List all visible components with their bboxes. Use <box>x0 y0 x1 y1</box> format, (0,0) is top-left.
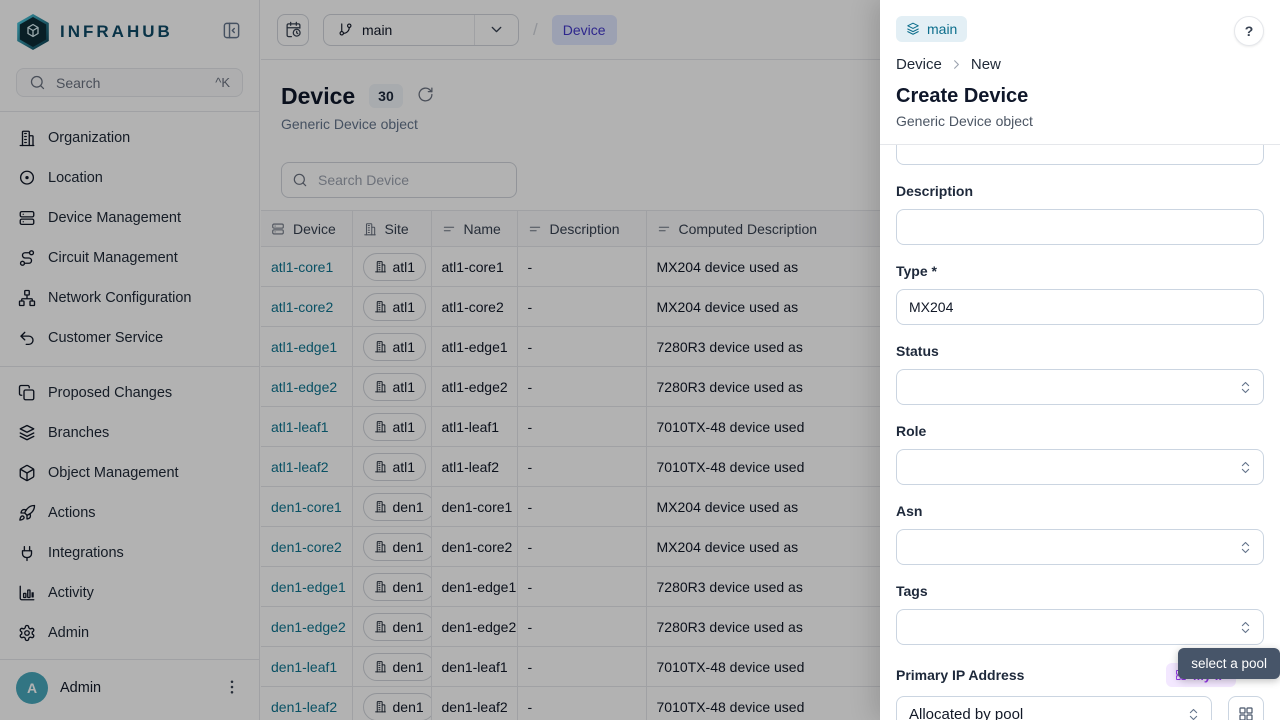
field-description: Description <box>896 183 1264 245</box>
field-label: Primary IP Address <box>896 667 1024 684</box>
panel-branch-name: main <box>927 21 957 37</box>
help-button[interactable]: ? <box>1234 16 1264 46</box>
panel-title: Create Device <box>896 84 1264 108</box>
field-label: Description <box>896 183 1264 200</box>
panel-subtitle: Generic Device object <box>896 113 1264 129</box>
field-label: Tags <box>896 583 1264 600</box>
primary-ip-select[interactable]: Allocated by pool <box>896 696 1212 720</box>
grid-icon <box>1238 706 1254 720</box>
role-select[interactable] <box>896 449 1264 485</box>
panel-breadcrumb: Device New <box>896 56 1264 73</box>
description-input[interactable] <box>896 209 1264 245</box>
breadcrumb-parent[interactable]: Device <box>896 56 942 73</box>
chevron-right-icon <box>949 57 964 72</box>
field-label: Type * <box>896 263 1264 280</box>
select-pool-tooltip: select a pool <box>1178 648 1280 679</box>
field-tags: Tags <box>896 583 1264 645</box>
chevrons-up-down-icon <box>1186 707 1201 720</box>
create-device-form: Description Type * MX204 Status Role Asn <box>880 145 1280 720</box>
breadcrumb-current: New <box>971 56 1001 73</box>
tags-select[interactable] <box>896 609 1264 645</box>
status-select[interactable] <box>896 369 1264 405</box>
type-input[interactable]: MX204 <box>896 289 1264 325</box>
chevrons-up-down-icon <box>1238 620 1253 635</box>
field-label: Status <box>896 343 1264 360</box>
panel-header: main ? Device New Create Device Generic … <box>880 0 1280 145</box>
select-pool-button[interactable] <box>1228 696 1264 720</box>
field-label: Role <box>896 423 1264 440</box>
field-asn: Asn <box>896 503 1264 565</box>
field-label: Asn <box>896 503 1264 520</box>
field-status: Status <box>896 343 1264 405</box>
layers-icon <box>906 22 920 36</box>
panel-branch-badge: main <box>896 16 967 42</box>
field-role: Role <box>896 423 1264 485</box>
chevrons-up-down-icon <box>1238 540 1253 555</box>
create-device-panel: main ? Device New Create Device Generic … <box>880 0 1280 720</box>
chevrons-up-down-icon <box>1238 380 1253 395</box>
scrolled-field-partial[interactable] <box>896 145 1264 165</box>
field-type: Type * MX204 <box>896 263 1264 325</box>
asn-select[interactable] <box>896 529 1264 565</box>
chevrons-up-down-icon <box>1238 460 1253 475</box>
